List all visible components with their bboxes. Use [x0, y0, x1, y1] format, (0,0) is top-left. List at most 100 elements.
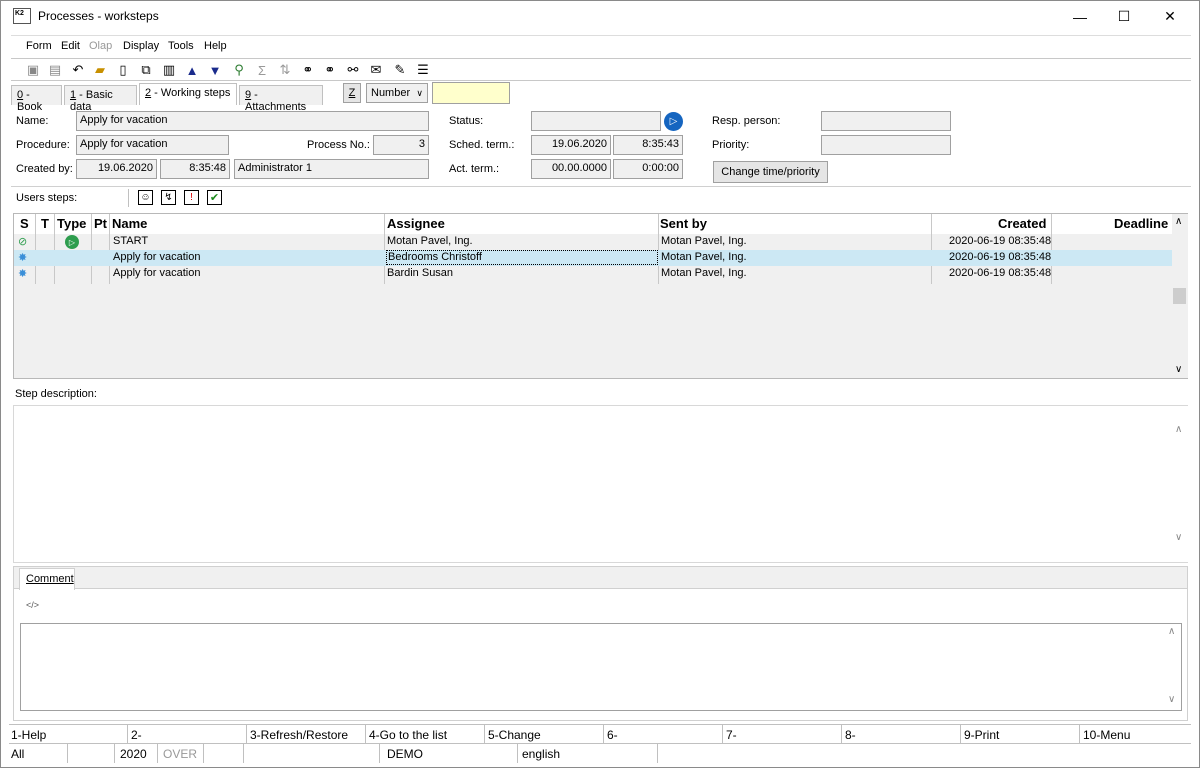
- col-s-header[interactable]: S: [20, 216, 29, 231]
- scroll-down-icon[interactable]: ∨: [1168, 694, 1175, 705]
- col-pt-header[interactable]: Pt: [94, 216, 107, 231]
- save-close-icon[interactable]: ▤: [46, 61, 64, 79]
- open-folder-icon[interactable]: ▰: [91, 61, 109, 79]
- comment-input[interactable]: ∧ ∨: [20, 623, 1182, 711]
- menu-help[interactable]: Help: [204, 40, 227, 52]
- comment-tab-strip: [14, 567, 1187, 589]
- fkey-change[interactable]: 5-Change: [488, 728, 541, 742]
- notes-icon[interactable]: ✎: [391, 61, 409, 79]
- fkey-print[interactable]: 9-Print: [964, 728, 999, 742]
- move-down-icon[interactable]: ▼: [206, 61, 224, 79]
- copy-icon[interactable]: ⧉: [137, 61, 155, 79]
- scroll-thumb[interactable]: [1173, 288, 1186, 304]
- fkey-refresh[interactable]: 3-Refresh/Restore: [250, 728, 348, 742]
- status-divider: [157, 744, 158, 763]
- new-document-icon[interactable]: ▯: [114, 61, 132, 79]
- replace-icon[interactable]: ⚯: [344, 61, 362, 79]
- col-deadline-header[interactable]: Deadline: [1114, 216, 1168, 231]
- change-time-priority-button[interactable]: Change time/priority: [713, 161, 828, 183]
- user-step-done-icon[interactable]: ✔: [207, 190, 222, 205]
- col-t-header[interactable]: T: [41, 216, 49, 231]
- menu-display[interactable]: Display: [123, 40, 159, 52]
- toolbar: ▣ ▤ ↶ ▰ ▯ ⧉ ▥ ▲ ▼ ⚲ Σ ⇅ ⚭ ⚭ ⚯ ✉ ✎ ☰: [11, 58, 1191, 81]
- fkey-divider: [960, 725, 961, 744]
- scroll-up-icon[interactable]: ∧: [1175, 424, 1182, 435]
- move-up-icon[interactable]: ▲: [183, 61, 201, 79]
- table-row[interactable]: ✸ Apply for vacation Bedrooms Christoff …: [14, 250, 1172, 266]
- book-icon[interactable]: ▥: [160, 61, 178, 79]
- fkey-divider: [365, 725, 366, 744]
- find-icon[interactable]: ⚭: [299, 61, 317, 79]
- grid-scrollbar[interactable]: ∧ ∨: [1172, 214, 1188, 378]
- tab-comment[interactable]: Comment: [19, 568, 75, 590]
- fkey-divider: [603, 725, 604, 744]
- col-type-header[interactable]: Type: [57, 216, 86, 231]
- created-date-field: 19.06.2020: [76, 159, 157, 179]
- fkey-divider: [841, 725, 842, 744]
- menu-tools[interactable]: Tools: [168, 40, 194, 52]
- scroll-up-icon[interactable]: ∧: [1168, 626, 1175, 637]
- tab-attachments[interactable]: 9 - Attachments: [239, 85, 323, 113]
- comment-panel: Comment </> ∧ ∨: [13, 566, 1188, 721]
- scroll-down-icon[interactable]: ∨: [1175, 532, 1182, 543]
- row-created: 2020-06-19 08:35:48: [949, 251, 1052, 263]
- function-key-bar: 1-Help 2- 3-Refresh/Restore 4-Go to the …: [9, 724, 1191, 744]
- row-name: Apply for vacation: [113, 267, 201, 279]
- fkey-6[interactable]: 6-: [607, 728, 618, 742]
- created-user-field: Administrator 1: [234, 159, 429, 179]
- fkey-help[interactable]: 1-Help: [11, 728, 46, 742]
- step-active-bulb-icon: ✸: [18, 268, 28, 280]
- tab-book[interactable]: 0 - Book: [11, 85, 62, 113]
- fkey-go-to-list[interactable]: 4-Go to the list: [369, 728, 447, 742]
- fkey-divider: [484, 725, 485, 744]
- html-source-icon[interactable]: </>: [26, 600, 39, 610]
- tab-basic-data[interactable]: 1 - Basic data: [64, 85, 137, 113]
- col-name-header[interactable]: Name: [112, 216, 147, 231]
- title-bar: K2 Processes - worksteps — ☐ ✕: [1, 1, 1199, 32]
- col-sent-by-header[interactable]: Sent by: [660, 216, 707, 231]
- sort-select[interactable]: Number ∨: [366, 83, 428, 103]
- save-icon[interactable]: ▣: [24, 61, 42, 79]
- user-step-person-icon[interactable]: ☺: [138, 190, 153, 205]
- col-created-header[interactable]: Created: [998, 216, 1046, 231]
- fkey-2[interactable]: 2-: [131, 728, 142, 742]
- fkey-8[interactable]: 8-: [845, 728, 856, 742]
- scroll-up-icon[interactable]: ∧: [1175, 216, 1182, 227]
- fkey-menu[interactable]: 10-Menu: [1083, 728, 1130, 742]
- menu-form[interactable]: Form: [26, 40, 52, 52]
- status-divider: [114, 744, 115, 763]
- minimize-icon[interactable]: —: [1057, 1, 1103, 32]
- scroll-down-icon[interactable]: ∨: [1175, 364, 1182, 375]
- procedure-field: Apply for vacation: [76, 135, 229, 155]
- menu-edit[interactable]: Edit: [61, 40, 80, 52]
- col-assignee-header[interactable]: Assignee: [387, 216, 445, 231]
- user-step-alert-icon[interactable]: !: [184, 190, 199, 205]
- comment-scrollbar[interactable]: ∧ ∨: [1165, 624, 1181, 710]
- step-description-area[interactable]: ∧ ∨: [13, 405, 1188, 563]
- status-divider: [203, 744, 204, 763]
- mail-icon[interactable]: ✉: [367, 61, 385, 79]
- table-row[interactable]: ✸ Apply for vacation Bardin Susan Motan …: [14, 266, 1172, 282]
- users-steps-separator: [128, 189, 129, 207]
- user-step-forward-icon[interactable]: ↯: [161, 190, 176, 205]
- status-language: english: [522, 747, 561, 761]
- menu-lines-icon[interactable]: ☰: [414, 61, 432, 79]
- status-play-icon[interactable]: ▷: [664, 112, 683, 131]
- filter-icon[interactable]: ⚲: [230, 61, 248, 79]
- quick-search-input[interactable]: [432, 82, 510, 104]
- description-scrollbar[interactable]: ∧ ∨: [1172, 406, 1188, 562]
- table-row[interactable]: ⊘ ▷ START Motan Pavel, Ing. Motan Pavel,…: [14, 234, 1172, 250]
- row-sent-by: Motan Pavel, Ing.: [661, 267, 747, 279]
- status-field: [531, 111, 661, 131]
- fkey-7[interactable]: 7-: [726, 728, 737, 742]
- find-next-icon[interactable]: ⚭: [321, 61, 339, 79]
- step-done-icon: ⊘: [18, 236, 28, 248]
- created-time-field: 8:35:48: [160, 159, 230, 179]
- status-mode: OVER: [163, 747, 198, 761]
- close-icon[interactable]: ✕: [1147, 1, 1193, 32]
- tab-working-steps[interactable]: 2 - Working steps: [139, 83, 237, 105]
- step-description-label: Step description:: [15, 388, 97, 400]
- maximize-icon[interactable]: ☐: [1101, 1, 1147, 32]
- undo-icon[interactable]: ↶: [69, 61, 87, 79]
- sort-key-button[interactable]: Z: [343, 83, 361, 103]
